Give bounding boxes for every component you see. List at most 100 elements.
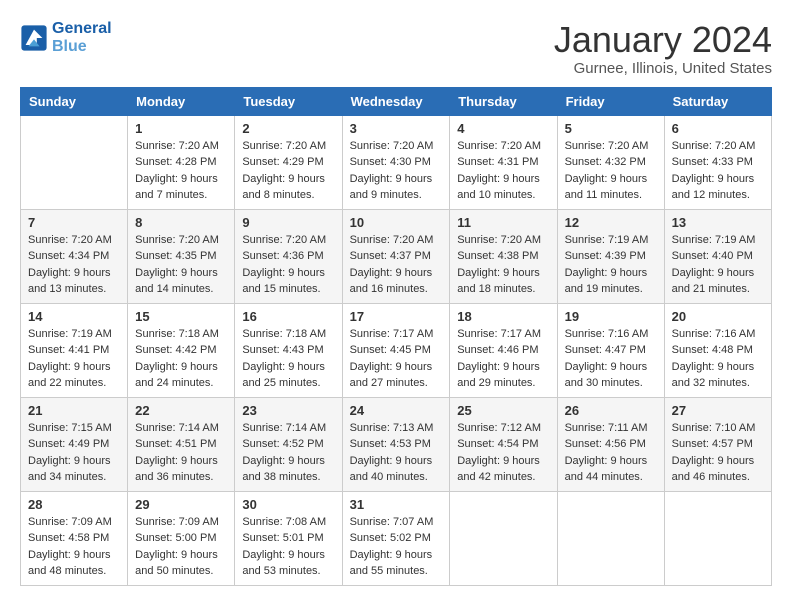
table-cell: 22Sunrise: 7:14 AMSunset: 4:51 PMDayligh… (128, 397, 235, 491)
day-info: Sunrise: 7:18 AMSunset: 4:43 PMDaylight:… (242, 326, 334, 392)
day-number: 25 (457, 403, 549, 418)
table-cell: 18 Sunrise: 7:17 AMSunset: 4:46 PMDayligh… (450, 303, 557, 397)
day-info: Sunrise: 7:20 AMSunset: 4:30 PMDaylight:… (350, 138, 443, 204)
table-cell: 10Sunrise: 7:20 AMSunset: 4:37 PMDayligh… (342, 209, 450, 303)
day-number: 19 (565, 309, 657, 324)
header-row: Sunday Monday Tuesday Wednesday Thursday… (21, 87, 772, 115)
col-sunday: Sunday (21, 87, 128, 115)
day-info: Sunrise: 7:20 AMSunset: 4:28 PMDaylight:… (135, 138, 227, 204)
table-cell: 15 Sunrise: 7:18 AMSunset: 4:42 PMDayligh… (128, 303, 235, 397)
week-row-3: 14 Sunrise: 7:19 AMSunset: 4:41 PMDayligh… (21, 303, 772, 397)
day-info: Sunrise: 7:19 AMSunset: 4:41 PMDaylight:… (28, 326, 120, 392)
table-cell: 2Sunrise: 7:20 AMSunset: 4:29 PMDaylight… (235, 115, 342, 209)
day-number: 24 (350, 403, 443, 418)
day-number: 8 (135, 215, 227, 230)
day-info: Sunrise: 7:07 AMSunset: 5:02 PMDaylight:… (350, 514, 443, 580)
day-info: Sunrise: 7:08 AMSunset: 5:01 PMDaylight:… (242, 514, 334, 580)
month-title: January 2024 (554, 20, 772, 60)
day-info: Sunrise: 7:20 AMSunset: 4:35 PMDaylight:… (135, 232, 227, 298)
table-cell: 5 Sunrise: 7:20 AMSunset: 4:32 PMDaylight… (557, 115, 664, 209)
day-number: 10 (350, 215, 443, 230)
day-info: Sunrise: 7:11 AMSunset: 4:56 PMDaylight:… (565, 420, 657, 486)
table-cell: 28Sunrise: 7:09 AMSunset: 4:58 PMDayligh… (21, 491, 128, 585)
table-cell: 7Sunrise: 7:20 AMSunset: 4:34 PMDaylight… (21, 209, 128, 303)
table-cell: 21Sunrise: 7:15 AMSunset: 4:49 PMDayligh… (21, 397, 128, 491)
day-info: Sunrise: 7:20 AMSunset: 4:31 PMDaylight:… (457, 138, 549, 204)
day-number: 4 (457, 121, 549, 136)
day-info: Sunrise: 7:19 AMSunset: 4:40 PMDaylight:… (672, 232, 764, 298)
day-info: Sunrise: 7:20 AMSunset: 4:38 PMDaylight:… (457, 232, 549, 298)
day-number: 15 (135, 309, 227, 324)
table-cell (21, 115, 128, 209)
page-header: General Blue January 2024 Gurnee, Illino… (20, 20, 772, 77)
day-number: 20 (672, 309, 764, 324)
table-cell: 13 Sunrise: 7:19 AMSunset: 4:40 PMDayligh… (664, 209, 771, 303)
day-number: 5 (565, 121, 657, 136)
table-cell: 11 Sunrise: 7:20 AMSunset: 4:38 PMDayligh… (450, 209, 557, 303)
day-info: Sunrise: 7:18 AMSunset: 4:42 PMDaylight:… (135, 326, 227, 392)
day-number: 1 (135, 121, 227, 136)
day-number: 3 (350, 121, 443, 136)
col-wednesday: Wednesday (342, 87, 450, 115)
day-info: Sunrise: 7:15 AMSunset: 4:49 PMDaylight:… (28, 420, 120, 486)
table-cell: 29Sunrise: 7:09 AMSunset: 5:00 PMDayligh… (128, 491, 235, 585)
week-row-1: 1 Sunrise: 7:20 AMSunset: 4:28 PMDaylight… (21, 115, 772, 209)
table-cell: 23Sunrise: 7:14 AMSunset: 4:52 PMDayligh… (235, 397, 342, 491)
col-monday: Monday (128, 87, 235, 115)
col-tuesday: Tuesday (235, 87, 342, 115)
day-number: 16 (242, 309, 334, 324)
table-cell (450, 491, 557, 585)
table-cell (557, 491, 664, 585)
day-number: 9 (242, 215, 334, 230)
col-thursday: Thursday (450, 87, 557, 115)
table-cell: 14 Sunrise: 7:19 AMSunset: 4:41 PMDayligh… (21, 303, 128, 397)
day-info: Sunrise: 7:14 AMSunset: 4:52 PMDaylight:… (242, 420, 334, 486)
table-cell: 19Sunrise: 7:16 AMSunset: 4:47 PMDayligh… (557, 303, 664, 397)
logo-icon (20, 24, 48, 52)
table-cell: 27Sunrise: 7:10 AMSunset: 4:57 PMDayligh… (664, 397, 771, 491)
table-cell: 1 Sunrise: 7:20 AMSunset: 4:28 PMDaylight… (128, 115, 235, 209)
calendar-table: Sunday Monday Tuesday Wednesday Thursday… (20, 87, 772, 586)
day-number: 31 (350, 497, 443, 512)
table-cell (664, 491, 771, 585)
day-number: 27 (672, 403, 764, 418)
day-number: 13 (672, 215, 764, 230)
day-number: 11 (457, 215, 549, 230)
day-number: 14 (28, 309, 120, 324)
day-number: 12 (565, 215, 657, 230)
table-cell: 3 Sunrise: 7:20 AMSunset: 4:30 PMDaylight… (342, 115, 450, 209)
table-cell: 16 Sunrise: 7:18 AMSunset: 4:43 PMDayligh… (235, 303, 342, 397)
day-number: 18 (457, 309, 549, 324)
table-cell: 9 Sunrise: 7:20 AMSunset: 4:36 PMDaylight… (235, 209, 342, 303)
day-info: Sunrise: 7:17 AMSunset: 4:45 PMDaylight:… (350, 326, 443, 392)
col-saturday: Saturday (664, 87, 771, 115)
table-cell: 17 Sunrise: 7:17 AMSunset: 4:45 PMDayligh… (342, 303, 450, 397)
title-area: January 2024 Gurnee, Illinois, United St… (554, 20, 772, 77)
table-cell: 25 Sunrise: 7:12 AMSunset: 4:54 PMDayligh… (450, 397, 557, 491)
day-info: Sunrise: 7:20 AMSunset: 4:34 PMDaylight:… (28, 232, 120, 298)
week-row-5: 28Sunrise: 7:09 AMSunset: 4:58 PMDayligh… (21, 491, 772, 585)
location: Gurnee, Illinois, United States (554, 60, 772, 77)
day-info: Sunrise: 7:16 AMSunset: 4:48 PMDaylight:… (672, 326, 764, 392)
day-number: 2 (242, 121, 334, 136)
week-row-2: 7Sunrise: 7:20 AMSunset: 4:34 PMDaylight… (21, 209, 772, 303)
day-info: Sunrise: 7:13 AMSunset: 4:53 PMDaylight:… (350, 420, 443, 486)
col-friday: Friday (557, 87, 664, 115)
table-cell: 31 Sunrise: 7:07 AMSunset: 5:02 PMDayligh… (342, 491, 450, 585)
day-number: 17 (350, 309, 443, 324)
day-info: Sunrise: 7:19 AMSunset: 4:39 PMDaylight:… (565, 232, 657, 298)
logo-text: General Blue (52, 20, 112, 56)
day-info: Sunrise: 7:20 AMSunset: 4:36 PMDaylight:… (242, 232, 334, 298)
day-info: Sunrise: 7:17 AMSunset: 4:46 PMDaylight:… (457, 326, 549, 392)
day-info: Sunrise: 7:09 AMSunset: 4:58 PMDaylight:… (28, 514, 120, 580)
day-info: Sunrise: 7:14 AMSunset: 4:51 PMDaylight:… (135, 420, 227, 486)
table-cell: 30 Sunrise: 7:08 AMSunset: 5:01 PMDayligh… (235, 491, 342, 585)
week-row-4: 21Sunrise: 7:15 AMSunset: 4:49 PMDayligh… (21, 397, 772, 491)
day-number: 30 (242, 497, 334, 512)
day-number: 26 (565, 403, 657, 418)
day-info: Sunrise: 7:20 AMSunset: 4:32 PMDaylight:… (565, 138, 657, 204)
day-number: 6 (672, 121, 764, 136)
table-cell: 12 Sunrise: 7:19 AMSunset: 4:39 PMDayligh… (557, 209, 664, 303)
table-cell: 6Sunrise: 7:20 AMSunset: 4:33 PMDaylight… (664, 115, 771, 209)
day-info: Sunrise: 7:12 AMSunset: 4:54 PMDaylight:… (457, 420, 549, 486)
